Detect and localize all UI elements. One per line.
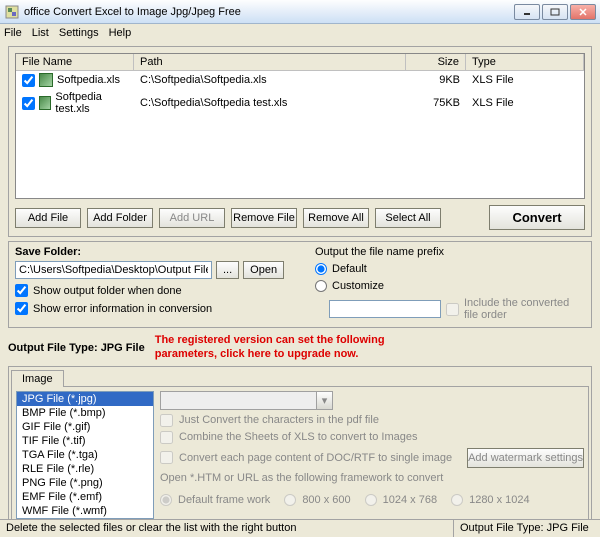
save-path-input[interactable] [15, 261, 212, 279]
each-page-label: Convert each page content of DOC/RTF to … [179, 452, 452, 464]
app-icon [4, 4, 20, 20]
res-default-radio [160, 494, 172, 506]
tab-image[interactable]: Image [11, 370, 64, 387]
col-size[interactable]: Size [406, 54, 466, 70]
show-error-checkbox[interactable] [15, 302, 28, 315]
window-title: office Convert Excel to Image Jpg/Jpeg F… [24, 6, 514, 18]
status-bar: Delete the selected files or clear the l… [0, 519, 600, 537]
format-item[interactable]: JPG File (*.jpg) [17, 392, 153, 406]
minimize-button[interactable] [514, 4, 540, 20]
watermark-button: Add watermark settings [467, 448, 584, 468]
format-item[interactable]: BMP File (*.bmp) [17, 406, 153, 420]
status-output-type: Output File Type: JPG File [454, 520, 600, 537]
prefix-customize-radio[interactable] [315, 280, 327, 292]
format-item[interactable]: TGA File (*.tga) [17, 448, 153, 462]
save-folder-label: Save Folder: [15, 246, 315, 258]
combine-checkbox [160, 431, 173, 444]
res-1024-radio [365, 494, 377, 506]
output-options-group: Image JPG File (*.jpg) BMP File (*.bmp) … [8, 366, 592, 527]
cell-path: C:\Softpedia\Softpedia.xls [140, 74, 267, 86]
cell-path: C:\Softpedia\Softpedia test.xls [140, 97, 287, 109]
cell-type: XLS File [472, 97, 514, 109]
show-output-checkbox[interactable] [15, 284, 28, 297]
browse-button[interactable]: ... [216, 261, 239, 279]
open-button[interactable]: Open [243, 261, 284, 279]
prefix-label: Output the file name prefix [315, 246, 585, 258]
save-folder-group: Save Folder: ... Open Show output folder… [8, 241, 592, 328]
framework-label: Open *.HTM or URL as the following frame… [160, 472, 584, 484]
xls-icon [39, 73, 53, 87]
add-file-button[interactable]: Add File [15, 208, 81, 228]
menu-list[interactable]: List [32, 27, 49, 39]
prefix-input[interactable] [329, 300, 441, 318]
res-1280-radio [451, 494, 463, 506]
format-item[interactable]: PNG File (*.png) [17, 476, 153, 490]
table-row[interactable]: Softpedia.xls C:\Softpedia\Softpedia.xls… [16, 71, 584, 89]
just-convert-checkbox [160, 414, 173, 427]
prefix-default-label: Default [332, 263, 367, 275]
file-list[interactable]: File Name Path Size Type Softpedia.xls C… [15, 53, 585, 199]
output-type-label: Output File Type: [8, 342, 98, 354]
cell-size: 9KB [439, 74, 460, 86]
menu-file[interactable]: File [4, 27, 22, 39]
quality-dropdown: ▾ [160, 391, 333, 410]
menubar: File List Settings Help [0, 24, 600, 42]
upgrade-text[interactable]: The registered version can set the follo… [155, 334, 435, 362]
chevron-down-icon: ▾ [316, 392, 332, 409]
each-page-checkbox [160, 451, 173, 464]
menu-settings[interactable]: Settings [59, 27, 99, 39]
prefix-customize-label: Customize [332, 280, 384, 292]
format-item[interactable]: RLE File (*.rle) [17, 462, 153, 476]
format-list[interactable]: JPG File (*.jpg) BMP File (*.bmp) GIF Fi… [16, 391, 154, 519]
select-all-button[interactable]: Select All [375, 208, 441, 228]
show-output-label: Show output folder when done [33, 285, 182, 297]
row-checkbox[interactable] [22, 74, 35, 87]
combine-label: Combine the Sheets of XLS to convert to … [179, 431, 417, 443]
cell-name: Softpedia test.xls [55, 91, 128, 115]
row-checkbox[interactable] [22, 97, 35, 110]
res-1280-label: 1280 x 1024 [469, 494, 530, 506]
include-order-label: Include the converted file order [464, 297, 585, 321]
res-default-label: Default frame work [178, 494, 270, 506]
add-folder-button[interactable]: Add Folder [87, 208, 153, 228]
filelist-group: File Name Path Size Type Softpedia.xls C… [8, 46, 592, 237]
col-path[interactable]: Path [134, 54, 406, 70]
cell-type: XLS File [472, 74, 514, 86]
xls-icon [39, 96, 51, 110]
cell-size: 75KB [433, 97, 460, 109]
just-convert-label: Just Convert the characters in the pdf f… [179, 414, 379, 426]
add-url-button: Add URL [159, 208, 225, 228]
close-button[interactable] [570, 4, 596, 20]
include-order-checkbox [446, 303, 459, 316]
show-error-label: Show error information in conversion [33, 303, 212, 315]
cell-name: Softpedia.xls [57, 74, 120, 86]
res-800-label: 800 x 600 [302, 494, 350, 506]
convert-button[interactable]: Convert [489, 205, 585, 230]
menu-help[interactable]: Help [109, 27, 132, 39]
res-1024-label: 1024 x 768 [383, 494, 437, 506]
format-item[interactable]: GIF File (*.gif) [17, 420, 153, 434]
col-filename[interactable]: File Name [16, 54, 134, 70]
titlebar: office Convert Excel to Image Jpg/Jpeg F… [0, 0, 600, 24]
remove-all-button[interactable]: Remove All [303, 208, 369, 228]
prefix-default-radio[interactable] [315, 263, 327, 275]
res-800-radio [284, 494, 296, 506]
format-item[interactable]: WMF File (*.wmf) [17, 504, 153, 518]
format-item[interactable]: TIF File (*.tif) [17, 434, 153, 448]
format-item[interactable]: EMF File (*.emf) [17, 490, 153, 504]
output-type-value: JPG File [101, 342, 145, 354]
table-row[interactable]: Softpedia test.xls C:\Softpedia\Softpedi… [16, 89, 584, 117]
status-hint: Delete the selected files or clear the l… [0, 520, 454, 537]
col-type[interactable]: Type [466, 54, 584, 70]
maximize-button[interactable] [542, 4, 568, 20]
remove-file-button[interactable]: Remove File [231, 208, 297, 228]
